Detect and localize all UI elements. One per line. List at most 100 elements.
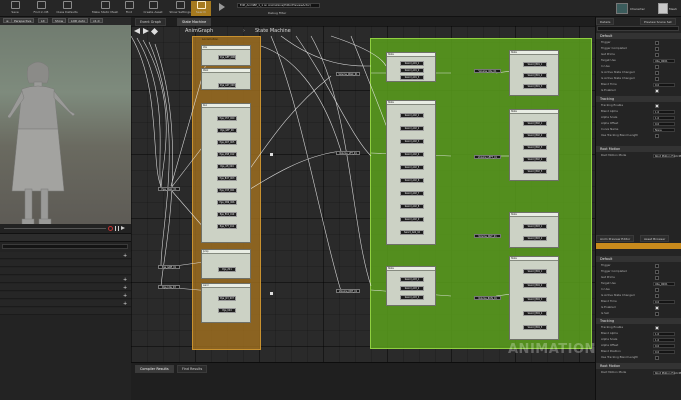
section-root-motion-2[interactable]: Root Motion [596, 363, 681, 369]
state-row[interactable]: Sword_A02_4 [400, 152, 424, 157]
checkbox[interactable] [655, 287, 659, 292]
state-node[interactable]: State Sword_B04_1 Sword_B04_2 Sword_B04_… [509, 256, 559, 340]
section-tracking[interactable]: Tracking [596, 96, 681, 102]
checkbox[interactable] [655, 88, 659, 93]
property-row[interactable]: Is Enabled [596, 88, 681, 93]
record-icon[interactable] [108, 226, 113, 231]
state-row[interactable]: Sword_A02_10 [400, 230, 424, 235]
add-icon[interactable]: + [123, 253, 127, 259]
transition-pin[interactable]: Volume_RUN_01 [474, 296, 501, 300]
mesh-mode-button[interactable] [658, 3, 668, 14]
property-row[interactable]: Trigger Completed [596, 46, 681, 51]
play-button[interactable] [215, 1, 229, 16]
lit-button[interactable]: Lit [38, 18, 48, 23]
property-row[interactable]: Is Enabled [596, 305, 681, 310]
play-forward-icon[interactable] [121, 226, 125, 230]
state-row[interactable]: Pga_C57_000 [217, 116, 237, 121]
state-row[interactable]: Sword_B03_2 [523, 236, 547, 241]
state-node[interactable]: State Sword_B01_1 Sword_B01_2 Sword_B01_… [509, 50, 559, 96]
checkbox[interactable] [655, 103, 659, 108]
tab-state-machine[interactable]: State Machine [177, 18, 212, 26]
checkbox[interactable] [655, 64, 659, 69]
state-row[interactable]: Sword_A02_3 [400, 139, 424, 144]
property-row[interactable]: Get Prime [596, 52, 681, 57]
property-row[interactable]: Blend Alpha 1.0 [596, 331, 681, 336]
transition-pin[interactable]: Volume_LFT_01 [336, 151, 360, 155]
property-value[interactable]: 0.0 [653, 349, 675, 354]
property-row[interactable]: Tracking Enable [596, 325, 681, 330]
state-row[interactable]: Pga_J13_007 [218, 296, 236, 301]
add-icon[interactable]: + [123, 285, 127, 291]
tab-anim-preview-editor[interactable]: Anim Preview Editor [596, 235, 635, 242]
state-row[interactable]: Sword_A03_3 [400, 295, 424, 300]
reroute-node[interactable] [270, 153, 273, 156]
selected-asset-bar[interactable] [596, 243, 681, 249]
timeline-scrubber[interactable] [4, 228, 106, 229]
state-row[interactable]: Pga_E12_010 [217, 212, 237, 217]
class-defaults-button[interactable]: Class Defaults [54, 1, 80, 16]
property-row[interactable]: Blend Position 0.0 [596, 349, 681, 354]
make-static-mesh-button[interactable]: Make Static Mesh [92, 1, 118, 16]
list-item[interactable] [0, 252, 131, 259]
property-row[interactable]: Alpha Scale 1.0 [596, 337, 681, 342]
state-row[interactable]: Pga_A58_012 [217, 152, 237, 157]
state-row[interactable]: Sword_A01_1 [400, 61, 424, 66]
property-row[interactable]: Trigger [596, 263, 681, 268]
left-pin-node[interactable]: Pga_GRE_01 [158, 265, 180, 269]
property-row[interactable]: Is Active State Changed [596, 76, 681, 81]
save-button[interactable]: Save [2, 1, 28, 16]
property-row[interactable]: Target Use Idle_0001 [596, 281, 681, 286]
transition-pin[interactable]: Volume_Walk_01 [336, 72, 360, 76]
state-row[interactable]: Sword_B03_1 [523, 224, 547, 229]
search-toolbar-button[interactable]: Search [191, 1, 211, 16]
list-item[interactable] [0, 292, 131, 299]
state-node-run[interactable]: Run Pga_C57_000 Pga_GEF_09 Pga_A67_005 P… [201, 103, 251, 243]
state-row[interactable]: Sword_A02_2 [400, 126, 424, 131]
property-row[interactable]: Alpha Scale 1.0 [596, 115, 681, 120]
checkbox[interactable] [655, 40, 659, 45]
state-row[interactable]: Sword_B04_4 [523, 311, 547, 316]
add-icon[interactable]: + [123, 301, 127, 307]
checkbox[interactable] [655, 46, 659, 51]
property-value[interactable]: 1.0 [653, 331, 675, 336]
checkbox[interactable] [655, 52, 659, 57]
checkbox[interactable] [655, 293, 659, 298]
lod-button[interactable]: LOD Auto [68, 18, 89, 23]
tab-compiler-results[interactable]: Compiler Results [135, 365, 174, 373]
property-row[interactable]: Blend Time 0.0 [596, 82, 681, 87]
property-value[interactable]: 0.0 [653, 121, 675, 126]
state-row[interactable]: Pga_D99_006 [217, 200, 237, 205]
search-input[interactable] [2, 244, 128, 249]
state-node[interactable]: State Sword_A02_1 Sword_A02_2 Sword_A02_… [386, 100, 436, 245]
state-row[interactable]: Sword_B01_2 [523, 73, 547, 78]
property-row[interactable]: Use Tracking Blend Length [596, 133, 681, 138]
state-row[interactable]: Pga_GEF_09 [217, 128, 237, 133]
checkbox[interactable] [655, 311, 659, 316]
pause-icon[interactable] [115, 226, 119, 231]
state-row[interactable]: Pga_F77_011 [217, 224, 237, 229]
property-row[interactable]: Root Motion ModeRoot Motion From Montage [596, 153, 681, 158]
state-row[interactable]: Sword_B01_3 [523, 84, 547, 89]
property-row[interactable]: Trigger [596, 40, 681, 45]
debug-object-select[interactable]: Edit_AnimBP_1_1 on Animations(EditorPrev… [237, 3, 320, 8]
list-item[interactable] [0, 300, 131, 307]
tab-find-results[interactable]: Find Results [177, 365, 208, 373]
state-node[interactable]: State Sword_B03_1 Sword_B03_2 [509, 212, 559, 248]
property-row[interactable]: In Use [596, 287, 681, 292]
state-row[interactable]: Sword_A02_9 [400, 217, 424, 222]
property-value[interactable]: Idle_0001 [653, 281, 675, 286]
section-root-motion[interactable]: Root Motion [596, 146, 681, 152]
tab-details[interactable]: Details [596, 18, 615, 25]
property-value[interactable]: None [653, 127, 675, 132]
state-row[interactable]: Sword_A02_6 [400, 178, 424, 183]
preview-viewport[interactable] [0, 17, 131, 233]
checkbox[interactable] [655, 269, 659, 274]
checkbox[interactable] [655, 70, 659, 75]
state-row[interactable]: Pga_A67_005 [217, 140, 237, 145]
list-item[interactable] [0, 260, 131, 267]
property-row[interactable]: In Use [596, 64, 681, 69]
perspective-button[interactable]: Perspective [11, 18, 35, 23]
transition-pin[interactable]: Volume_LEFT_01 [474, 155, 501, 159]
state-row[interactable]: Sword_A03_1 [400, 277, 424, 282]
state-row[interactable]: Sword_B02_2 [523, 133, 547, 138]
